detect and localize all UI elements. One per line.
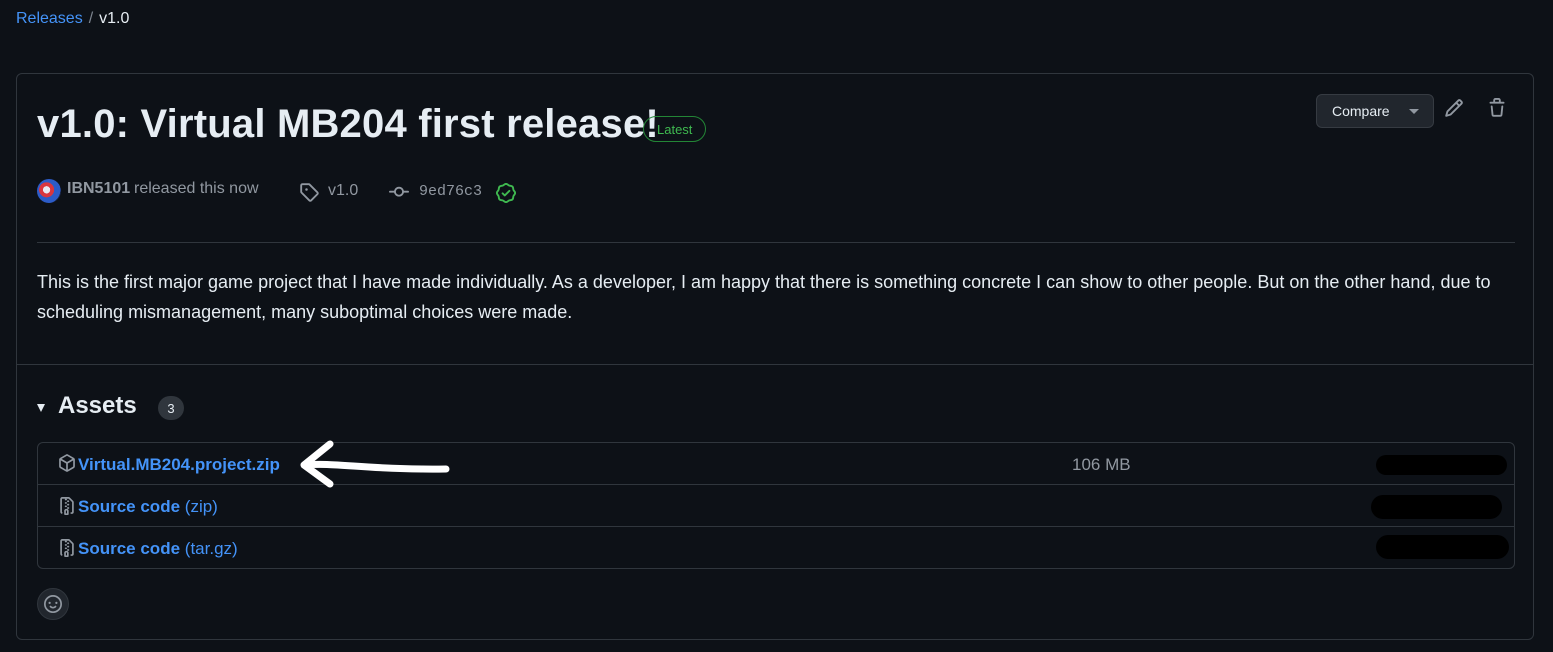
- asset-format: (zip): [184, 497, 218, 516]
- package-icon: [59, 454, 75, 472]
- divider: [37, 242, 1515, 243]
- latest-badge: Latest: [643, 116, 707, 142]
- commit-link[interactable]: 9ed76c3: [419, 183, 482, 200]
- compare-button[interactable]: Compare: [1316, 94, 1434, 128]
- tag-link[interactable]: v1.0: [328, 182, 358, 200]
- add-reaction-button[interactable]: [37, 588, 69, 620]
- edit-button[interactable]: [1444, 98, 1468, 122]
- file-zip-icon: [60, 539, 74, 557]
- asset-download-link[interactable]: Source code (zip): [78, 497, 218, 517]
- release-title: v1.0: Virtual MB204 first release!: [37, 102, 659, 146]
- breadcrumb-current: v1.0: [99, 10, 130, 27]
- asset-row: Virtual.MB204.project.zip 106 MB: [38, 443, 1514, 484]
- file-zip-icon: [60, 497, 74, 515]
- asset-size: 106 MB: [1072, 455, 1131, 474]
- divider: [17, 364, 1533, 365]
- breadcrumb-separator: /: [88, 10, 94, 27]
- smiley-icon: [44, 595, 62, 613]
- asset-row: Source code (tar.gz): [38, 526, 1514, 568]
- assets-title: Assets: [58, 392, 137, 419]
- author-link[interactable]: IBN5101: [67, 180, 130, 198]
- asset-name: Source code: [78, 539, 181, 558]
- breadcrumb-releases-link[interactable]: Releases: [16, 10, 83, 28]
- asset-name: Source code: [78, 497, 181, 516]
- redaction: [1376, 455, 1507, 475]
- commit-icon: [389, 186, 409, 197]
- assets-count-badge: 3: [158, 396, 184, 420]
- release-card: v1.0: Virtual MB204 first release! Lates…: [16, 73, 1534, 640]
- asset-format: (tar.gz): [184, 539, 238, 558]
- released-text: released this now: [134, 180, 259, 197]
- verified-icon[interactable]: [496, 183, 516, 203]
- compare-label: Compare: [1332, 103, 1390, 119]
- pencil-icon: [1445, 99, 1463, 117]
- trash-icon: [1489, 98, 1505, 117]
- assets-toggle[interactable]: Assets 3: [37, 392, 437, 422]
- redaction: [1376, 535, 1509, 559]
- release-description: This is the first major game project tha…: [37, 272, 1491, 322]
- caret-down-icon: [37, 404, 45, 412]
- tag-icon: [300, 183, 319, 202]
- avatar[interactable]: [37, 179, 61, 203]
- delete-button[interactable]: [1487, 98, 1511, 122]
- asset-list: Virtual.MB204.project.zip 106 MB Source …: [37, 442, 1515, 569]
- annotation-arrow-icon: [300, 440, 450, 488]
- breadcrumb: Releases / v1.0: [16, 10, 129, 28]
- asset-download-link[interactable]: Source code (tar.gz): [78, 539, 238, 559]
- chevron-down-icon: [1409, 109, 1419, 114]
- release-meta: IBN5101 released this now v1.0 9ed76c3: [37, 178, 637, 204]
- asset-row: Source code (zip): [38, 484, 1514, 526]
- asset-name: Virtual.MB204.project.zip: [78, 455, 280, 474]
- redaction: [1371, 495, 1502, 519]
- asset-download-link[interactable]: Virtual.MB204.project.zip: [78, 455, 280, 475]
